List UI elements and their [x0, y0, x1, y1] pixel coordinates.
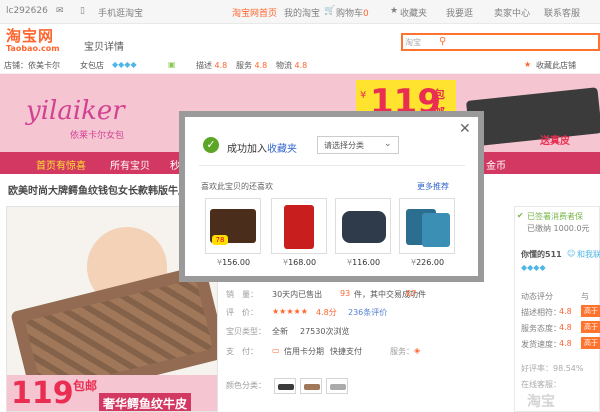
- category-select-value: 请选择分类: [324, 141, 364, 150]
- rec-price-3: ¥116.00: [347, 258, 380, 267]
- close-icon[interactable]: ✕: [459, 121, 471, 137]
- rec-price-4-value: 226.00: [416, 258, 445, 267]
- rec-price-1: ¥156.00: [217, 258, 250, 267]
- rec-item-3-image: [342, 211, 386, 243]
- rec-price-1-value: 156.00: [222, 258, 251, 267]
- chevron-down-icon: ⌄: [384, 139, 392, 149]
- rec-price-4: ¥226.00: [411, 258, 444, 267]
- success-text: 成功加入: [227, 144, 267, 155]
- rec-item-2-image: [284, 205, 314, 249]
- rec-item-4-image-b: [422, 213, 450, 247]
- rec-title: 喜欢此宝贝的还喜欢: [201, 182, 273, 191]
- rec-item-1[interactable]: 78: [205, 198, 261, 254]
- dialog-divider: [199, 165, 465, 166]
- dialog-body: ✓ 成功加入收藏夹 请选择分类 ⌄ ✕ 喜欢此宝贝的还喜欢 更多推荐 78 ¥1…: [185, 117, 478, 276]
- success-message: 成功加入收藏夹: [227, 140, 297, 155]
- rec-price-2: ¥168.00: [283, 258, 316, 267]
- more-recommend-link[interactable]: 更多推荐: [417, 181, 449, 192]
- rec-item-1-badge: 78: [212, 235, 228, 245]
- favorite-success-dialog: ✓ 成功加入收藏夹 请选择分类 ⌄ ✕ 喜欢此宝贝的还喜欢 更多推荐 78 ¥1…: [179, 111, 484, 282]
- rec-price-2-value: 168.00: [288, 258, 317, 267]
- category-select[interactable]: 请选择分类 ⌄: [317, 136, 399, 154]
- rec-item-4[interactable]: [399, 198, 455, 254]
- success-check-icon: ✓: [203, 137, 219, 153]
- rec-price-3-value: 116.00: [352, 258, 381, 267]
- favorites-link[interactable]: 收藏夹: [267, 144, 297, 155]
- rec-item-2[interactable]: [271, 198, 327, 254]
- rec-item-3[interactable]: [335, 198, 391, 254]
